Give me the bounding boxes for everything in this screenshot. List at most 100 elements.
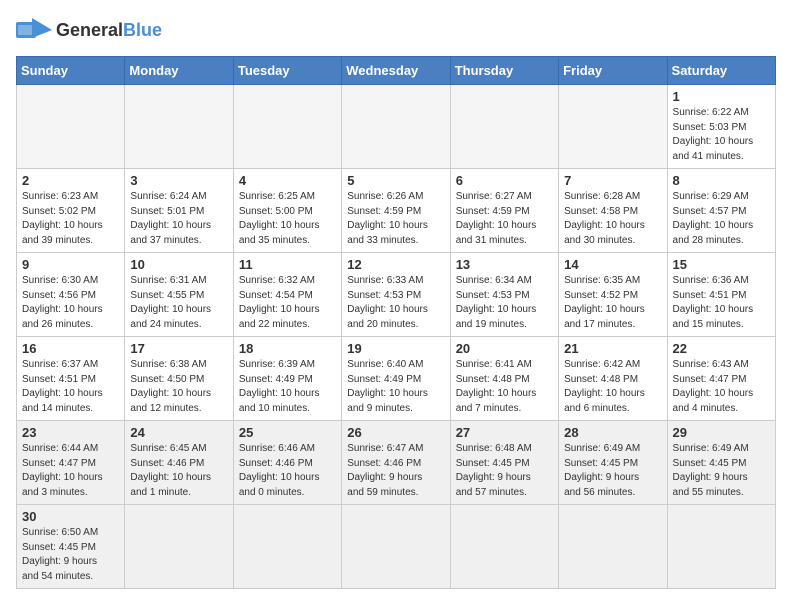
day-number: 22 — [673, 341, 770, 356]
calendar-cell: 21 Sunrise: 6:42 AM Sunset: 4:48 PM Dayli… — [559, 337, 667, 421]
calendar-cell: 17 Sunrise: 6:38 AM Sunset: 4:50 PM Dayli… — [125, 337, 233, 421]
calendar-cell: 28Sunrise: 6:49 AM Sunset: 4:45 PM Dayli… — [559, 421, 667, 505]
calendar-cell: 14Sunrise: 6:35 AM Sunset: 4:52 PM Dayli… — [559, 253, 667, 337]
day-info: Sunrise: 6:44 AM Sunset: 4:47 PM Dayligh… — [22, 442, 119, 500]
day-info: Sunrise: 6:31 AM Sunset: 4:55 PM Dayligh… — [130, 274, 227, 332]
day-info: Sunrise: 6:45 AM Sunset: 4:46 PM Dayligh… — [130, 442, 227, 500]
day-number: 2 — [22, 173, 119, 188]
day-number: 5 — [347, 173, 444, 188]
day-number: 7 — [564, 173, 661, 188]
day-info: Sunrise: 6:29 AM Sunset: 4:57 PM Dayligh… — [673, 190, 770, 248]
day-number: 13 — [456, 257, 553, 272]
day-number: 18 — [239, 341, 336, 356]
day-info: Sunrise: 6:43 AM Sunset: 4:47 PM Dayligh… — [673, 358, 770, 416]
day-info: Sunrise: 6:32 AM Sunset: 4:54 PM Dayligh… — [239, 274, 336, 332]
day-info: Sunrise: 6:49 AM Sunset: 4:45 PM Dayligh… — [673, 442, 770, 500]
calendar-cell: 30 Sunrise: 6:50 AM Sunset: 4:45 PM Dayli… — [17, 505, 125, 589]
day-number: 16 — [22, 341, 119, 356]
day-number: 26 — [347, 425, 444, 440]
day-number: 17 — [130, 341, 227, 356]
calendar-cell: 1Sunrise: 6:22 AM Sunset: 5:03 PM Daylig… — [667, 85, 775, 169]
day-number: 30 — [22, 509, 119, 524]
logo: GeneralBlue — [16, 16, 162, 44]
calendar-cell — [450, 85, 558, 169]
calendar-cell: 23 Sunrise: 6:44 AM Sunset: 4:47 PM Dayli… — [17, 421, 125, 505]
calendar-cell — [125, 85, 233, 169]
calendar-cell: 13 Sunrise: 6:34 AM Sunset: 4:53 PM Dayli… — [450, 253, 558, 337]
day-number: 19 — [347, 341, 444, 356]
logo-text: GeneralBlue — [56, 20, 162, 41]
day-info: Sunrise: 6:22 AM Sunset: 5:03 PM Dayligh… — [673, 106, 770, 164]
day-number: 14 — [564, 257, 661, 272]
day-info: Sunrise: 6:50 AM Sunset: 4:45 PM Dayligh… — [22, 526, 119, 584]
day-info: Sunrise: 6:38 AM Sunset: 4:50 PM Dayligh… — [130, 358, 227, 416]
weekday-header: Tuesday — [233, 57, 341, 85]
calendar-cell — [450, 505, 558, 589]
day-number: 25 — [239, 425, 336, 440]
day-number: 10 — [130, 257, 227, 272]
calendar-cell: 15Sunrise: 6:36 AM Sunset: 4:51 PM Dayli… — [667, 253, 775, 337]
day-number: 11 — [239, 257, 336, 272]
logo-icon — [16, 16, 52, 44]
calendar-cell — [667, 505, 775, 589]
weekday-header: Saturday — [667, 57, 775, 85]
day-info: Sunrise: 6:36 AM Sunset: 4:51 PM Dayligh… — [673, 274, 770, 332]
calendar-cell: 26 Sunrise: 6:47 AM Sunset: 4:46 PM Dayli… — [342, 421, 450, 505]
calendar-body: 1Sunrise: 6:22 AM Sunset: 5:03 PM Daylig… — [17, 85, 776, 589]
day-info: Sunrise: 6:39 AM Sunset: 4:49 PM Dayligh… — [239, 358, 336, 416]
calendar-cell: 20 Sunrise: 6:41 AM Sunset: 4:48 PM Dayli… — [450, 337, 558, 421]
page-header: GeneralBlue — [16, 16, 776, 44]
calendar-row: 23 Sunrise: 6:44 AM Sunset: 4:47 PM Dayli… — [17, 421, 776, 505]
day-number: 29 — [673, 425, 770, 440]
day-info: Sunrise: 6:48 AM Sunset: 4:45 PM Dayligh… — [456, 442, 553, 500]
day-info: Sunrise: 6:41 AM Sunset: 4:48 PM Dayligh… — [456, 358, 553, 416]
calendar-cell: 27Sunrise: 6:48 AM Sunset: 4:45 PM Dayli… — [450, 421, 558, 505]
calendar-cell: 8Sunrise: 6:29 AM Sunset: 4:57 PM Daylig… — [667, 169, 775, 253]
day-number: 21 — [564, 341, 661, 356]
day-number: 23 — [22, 425, 119, 440]
day-info: Sunrise: 6:42 AM Sunset: 4:48 PM Dayligh… — [564, 358, 661, 416]
calendar-cell: 11 Sunrise: 6:32 AM Sunset: 4:54 PM Dayli… — [233, 253, 341, 337]
day-info: Sunrise: 6:40 AM Sunset: 4:49 PM Dayligh… — [347, 358, 444, 416]
day-info: Sunrise: 6:46 AM Sunset: 4:46 PM Dayligh… — [239, 442, 336, 500]
calendar-cell: 6 Sunrise: 6:27 AM Sunset: 4:59 PM Daylig… — [450, 169, 558, 253]
day-info: Sunrise: 6:47 AM Sunset: 4:46 PM Dayligh… — [347, 442, 444, 500]
weekday-header-row: SundayMondayTuesdayWednesdayThursdayFrid… — [17, 57, 776, 85]
day-info: Sunrise: 6:24 AM Sunset: 5:01 PM Dayligh… — [130, 190, 227, 248]
weekday-header: Wednesday — [342, 57, 450, 85]
calendar-cell: 7 Sunrise: 6:28 AM Sunset: 4:58 PM Daylig… — [559, 169, 667, 253]
calendar-cell — [233, 85, 341, 169]
weekday-header: Sunday — [17, 57, 125, 85]
calendar-row: 30 Sunrise: 6:50 AM Sunset: 4:45 PM Dayli… — [17, 505, 776, 589]
calendar-cell: 2Sunrise: 6:23 AM Sunset: 5:02 PM Daylig… — [17, 169, 125, 253]
calendar: SundayMondayTuesdayWednesdayThursdayFrid… — [16, 56, 776, 589]
day-number: 20 — [456, 341, 553, 356]
day-info: Sunrise: 6:26 AM Sunset: 4:59 PM Dayligh… — [347, 190, 444, 248]
calendar-row: 9Sunrise: 6:30 AM Sunset: 4:56 PM Daylig… — [17, 253, 776, 337]
day-info: Sunrise: 6:27 AM Sunset: 4:59 PM Dayligh… — [456, 190, 553, 248]
day-info: Sunrise: 6:34 AM Sunset: 4:53 PM Dayligh… — [456, 274, 553, 332]
weekday-header: Monday — [125, 57, 233, 85]
day-number: 4 — [239, 173, 336, 188]
day-number: 3 — [130, 173, 227, 188]
calendar-cell: 9Sunrise: 6:30 AM Sunset: 4:56 PM Daylig… — [17, 253, 125, 337]
day-info: Sunrise: 6:28 AM Sunset: 4:58 PM Dayligh… — [564, 190, 661, 248]
day-number: 12 — [347, 257, 444, 272]
calendar-cell: 5 Sunrise: 6:26 AM Sunset: 4:59 PM Daylig… — [342, 169, 450, 253]
day-number: 6 — [456, 173, 553, 188]
calendar-cell: 10 Sunrise: 6:31 AM Sunset: 4:55 PM Dayli… — [125, 253, 233, 337]
day-info: Sunrise: 6:30 AM Sunset: 4:56 PM Dayligh… — [22, 274, 119, 332]
calendar-cell — [559, 85, 667, 169]
weekday-header: Friday — [559, 57, 667, 85]
calendar-cell — [342, 85, 450, 169]
calendar-cell: 25 Sunrise: 6:46 AM Sunset: 4:46 PM Dayli… — [233, 421, 341, 505]
calendar-cell — [17, 85, 125, 169]
weekday-header: Thursday — [450, 57, 558, 85]
calendar-cell: 3 Sunrise: 6:24 AM Sunset: 5:01 PM Daylig… — [125, 169, 233, 253]
calendar-cell — [342, 505, 450, 589]
calendar-row: 2Sunrise: 6:23 AM Sunset: 5:02 PM Daylig… — [17, 169, 776, 253]
day-number: 28 — [564, 425, 661, 440]
day-info: Sunrise: 6:37 AM Sunset: 4:51 PM Dayligh… — [22, 358, 119, 416]
calendar-cell — [125, 505, 233, 589]
calendar-cell: 22 Sunrise: 6:43 AM Sunset: 4:47 PM Dayli… — [667, 337, 775, 421]
